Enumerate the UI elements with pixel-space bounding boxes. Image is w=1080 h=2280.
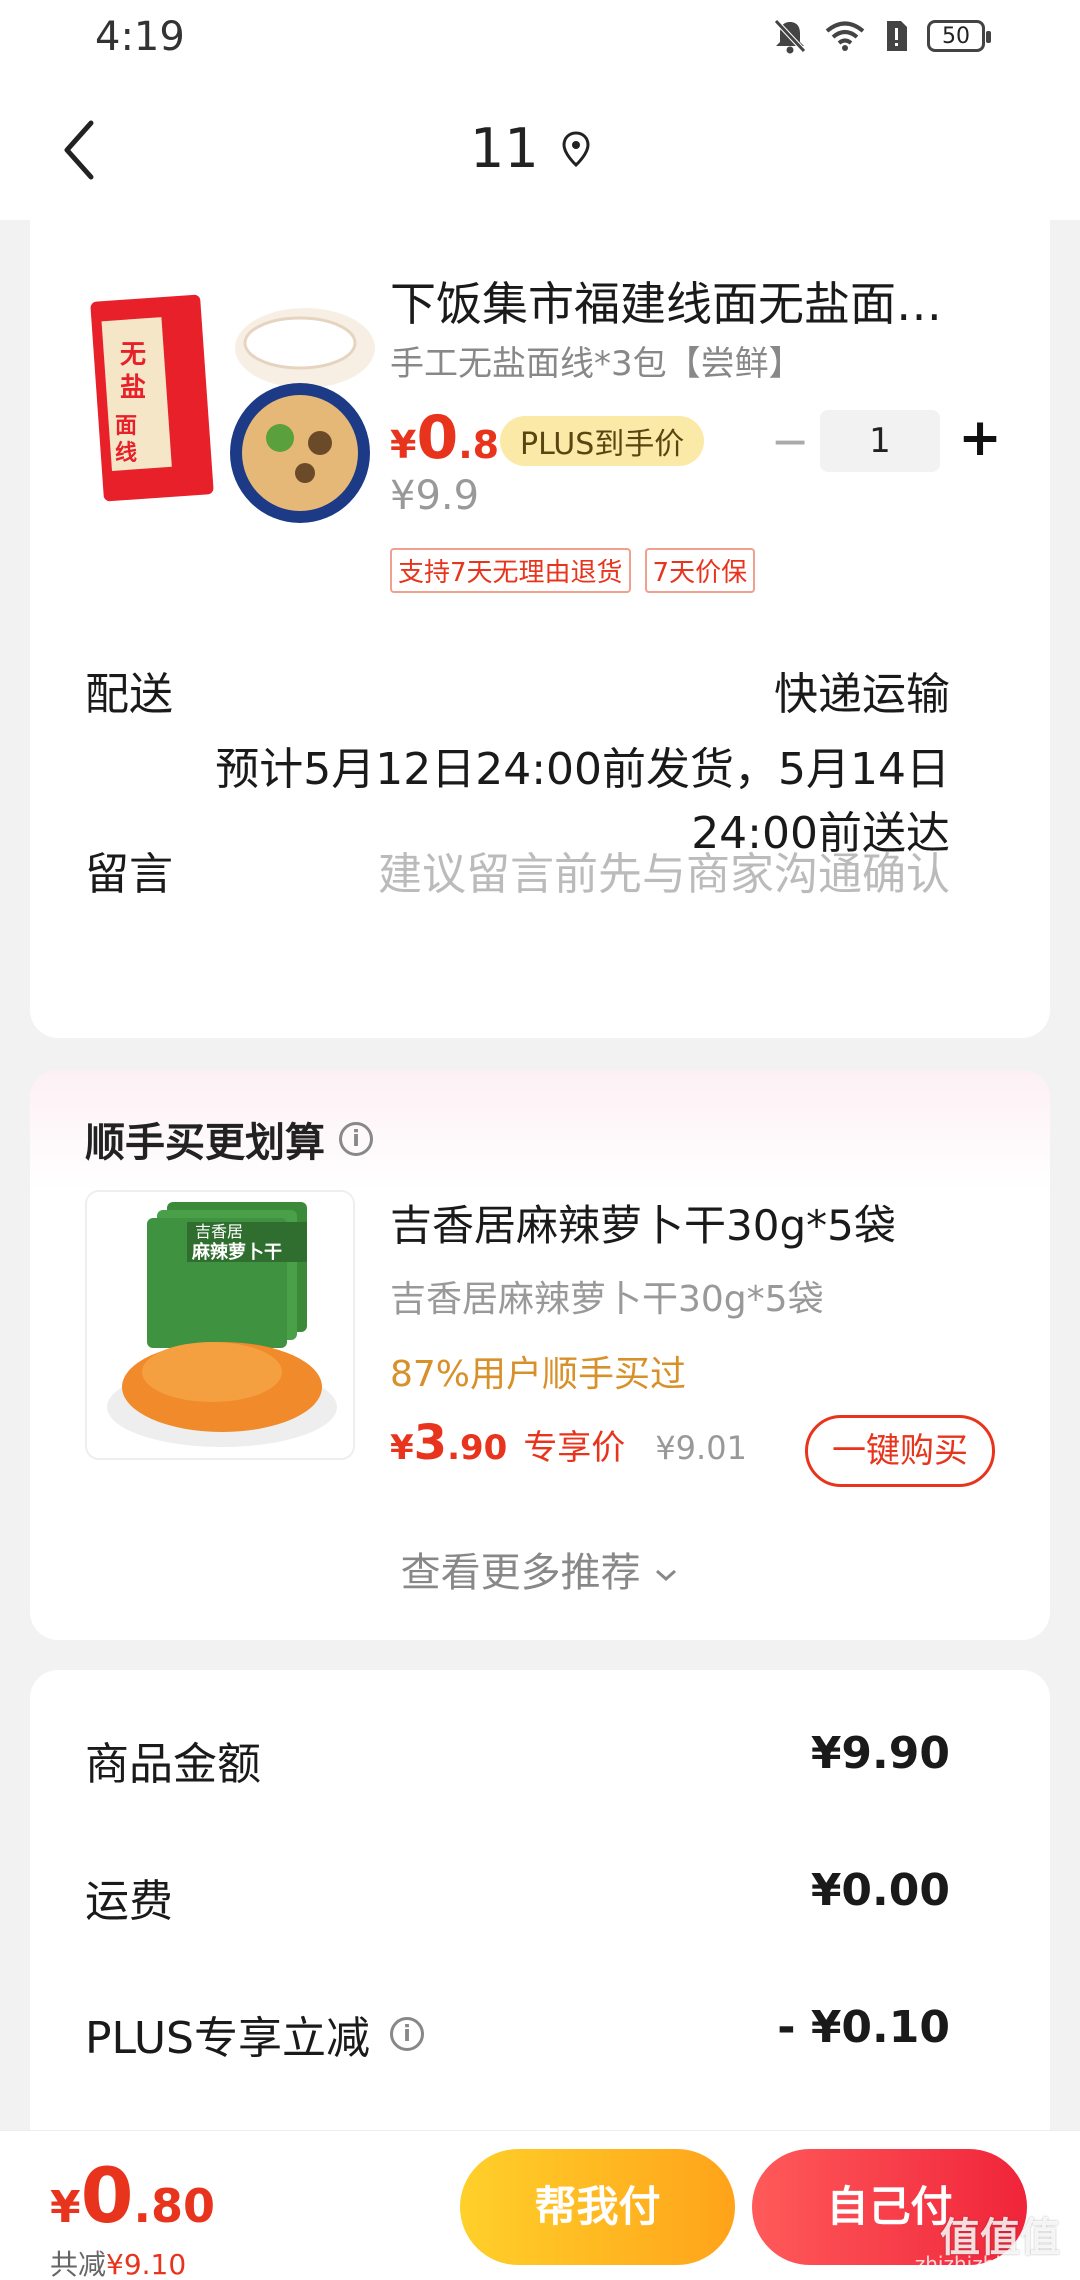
more-recommend-link[interactable]: 查看更多推荐 [30, 1540, 1050, 1598]
package-char-4: 线 [115, 440, 137, 466]
recommend-item-spec: 吉香居麻辣萝卜干30g*5袋 [390, 1279, 824, 1320]
status-time: 4:19 [95, 14, 185, 60]
one-click-buy-button[interactable]: 一键购买 [805, 1415, 995, 1487]
message-label: 留言 [85, 849, 173, 900]
plus-discount-label: PLUS专享立减 [85, 2013, 370, 2064]
page-title: 11 [470, 117, 539, 180]
recommend-title-group: 顺手买更划算 i [85, 1110, 373, 1168]
plus-discount-row-label: PLUS专享立减 i [85, 2002, 424, 2066]
recommend-card: 顺手买更划算 i 吉香居 麻辣萝卜干 吉香居麻辣萝卜干30g*5袋 吉香居麻辣萝… [30, 1070, 1050, 1640]
recommend-old-price: ¥9.01 [655, 1429, 747, 1467]
status-bar: 4:19 50 [0, 0, 1080, 75]
watermark-url: zhizhizhi.com [914, 2252, 1050, 2276]
product-image[interactable]: 无 盐 面 线 [85, 268, 385, 528]
recommend-title: 顺手买更划算 [85, 1120, 325, 1166]
goods-amount-value: ¥9.90 [810, 1728, 950, 1779]
info-icon[interactable]: i [390, 2017, 424, 2051]
price-protect-badge: 7天价保 [644, 548, 756, 593]
help-pay-button[interactable]: 帮我付 [460, 2149, 735, 2265]
radish-product-art: 吉香居 麻辣萝卜干 [87, 1192, 353, 1458]
recommend-social-proof: 87%用户顺手买过 [390, 1354, 687, 1395]
service-badges: 支持7天无理由退货 7天价保 [390, 548, 756, 593]
total-decimal: .80 [133, 2179, 216, 2233]
chevron-down-icon [656, 1569, 677, 1582]
plus-discount-value: - ¥0.10 [777, 2002, 950, 2053]
nav-bar: 11 [0, 75, 1080, 220]
quantity-increase-button[interactable]: + [955, 406, 1005, 472]
quantity-input[interactable]: 1 [820, 410, 940, 472]
recommend-product-image[interactable]: 吉香居 麻辣萝卜干 [85, 1190, 355, 1460]
plus-price-tag: PLUS到手价 [500, 416, 705, 466]
product-price: ¥ 0 .8 [390, 403, 499, 473]
brand-text: 吉香居 [195, 1222, 243, 1241]
package-char-2: 盐 [120, 373, 146, 403]
sim-alert-icon [887, 21, 907, 51]
original-price: ¥9.9 [390, 473, 480, 519]
battery-icon: 50 [927, 20, 991, 52]
status-icons: 50 [773, 18, 991, 54]
product-title[interactable]: 下饭集市福建线面无盐面… [390, 268, 990, 334]
delivery-label: 配送 [85, 669, 173, 720]
price-decimal: .8 [458, 423, 500, 467]
total-price: ¥ 0 .80 [50, 2151, 215, 2240]
location-pin-icon [562, 130, 590, 167]
shipping-value: ¥0.00 [810, 1865, 950, 1916]
recommend-price-decimal: .90 [447, 1428, 508, 1468]
price-currency: ¥ [390, 423, 417, 467]
recommend-item-name[interactable]: 吉香居麻辣萝卜干30g*5袋 [390, 1192, 896, 1253]
more-recommend-label: 查看更多推荐 [400, 1550, 641, 1596]
total-integer: 0 [80, 2151, 134, 2240]
quantity-decrease-button[interactable]: − [765, 413, 815, 473]
message-input[interactable]: 建议留言前先与商家沟通确认 [378, 838, 950, 902]
saving-label: 共减 [50, 2248, 107, 2280]
saving-value: ¥9.10 [106, 2248, 187, 2280]
return-badge: 支持7天无理由退货 [390, 548, 631, 593]
product-spec[interactable]: 手工无盐面线*3包【尝鲜】 [390, 336, 803, 385]
goods-amount-label: 商品金额 [85, 1739, 261, 1790]
recommend-price: ¥3.90 [390, 1415, 507, 1471]
product-card: 无 盐 面 线 下饭集市福建线面无盐面… 手工无盐面线*3包【尝鲜】 ¥ 0 .… [30, 218, 1050, 1038]
recommend-price-integer: 3 [413, 1415, 448, 1471]
product-text: 麻辣萝卜干 [191, 1241, 282, 1263]
package-char-3: 面 [115, 414, 137, 439]
total-currency: ¥ [50, 2182, 81, 2233]
recommend-price-currency: ¥ [390, 1428, 414, 1468]
nav-title-group[interactable]: 11 [470, 117, 591, 180]
back-arrow-icon[interactable] [55, 115, 105, 185]
info-icon[interactable]: i [339, 1122, 373, 1156]
recommend-price-tag: 专享价 [523, 1428, 626, 1468]
total-saving: 共减¥9.10 [50, 2243, 186, 2280]
package-char-1: 无 [120, 340, 146, 370]
wifi-icon [825, 21, 865, 51]
delivery-method[interactable]: 快递运输 [774, 658, 950, 722]
shipping-label: 运费 [85, 1876, 173, 1927]
bell-muted-icon [774, 19, 806, 54]
price-integer: 0 [416, 403, 459, 473]
recommend-price-row: ¥3.90 专享价 ¥9.01 [390, 1415, 747, 1471]
